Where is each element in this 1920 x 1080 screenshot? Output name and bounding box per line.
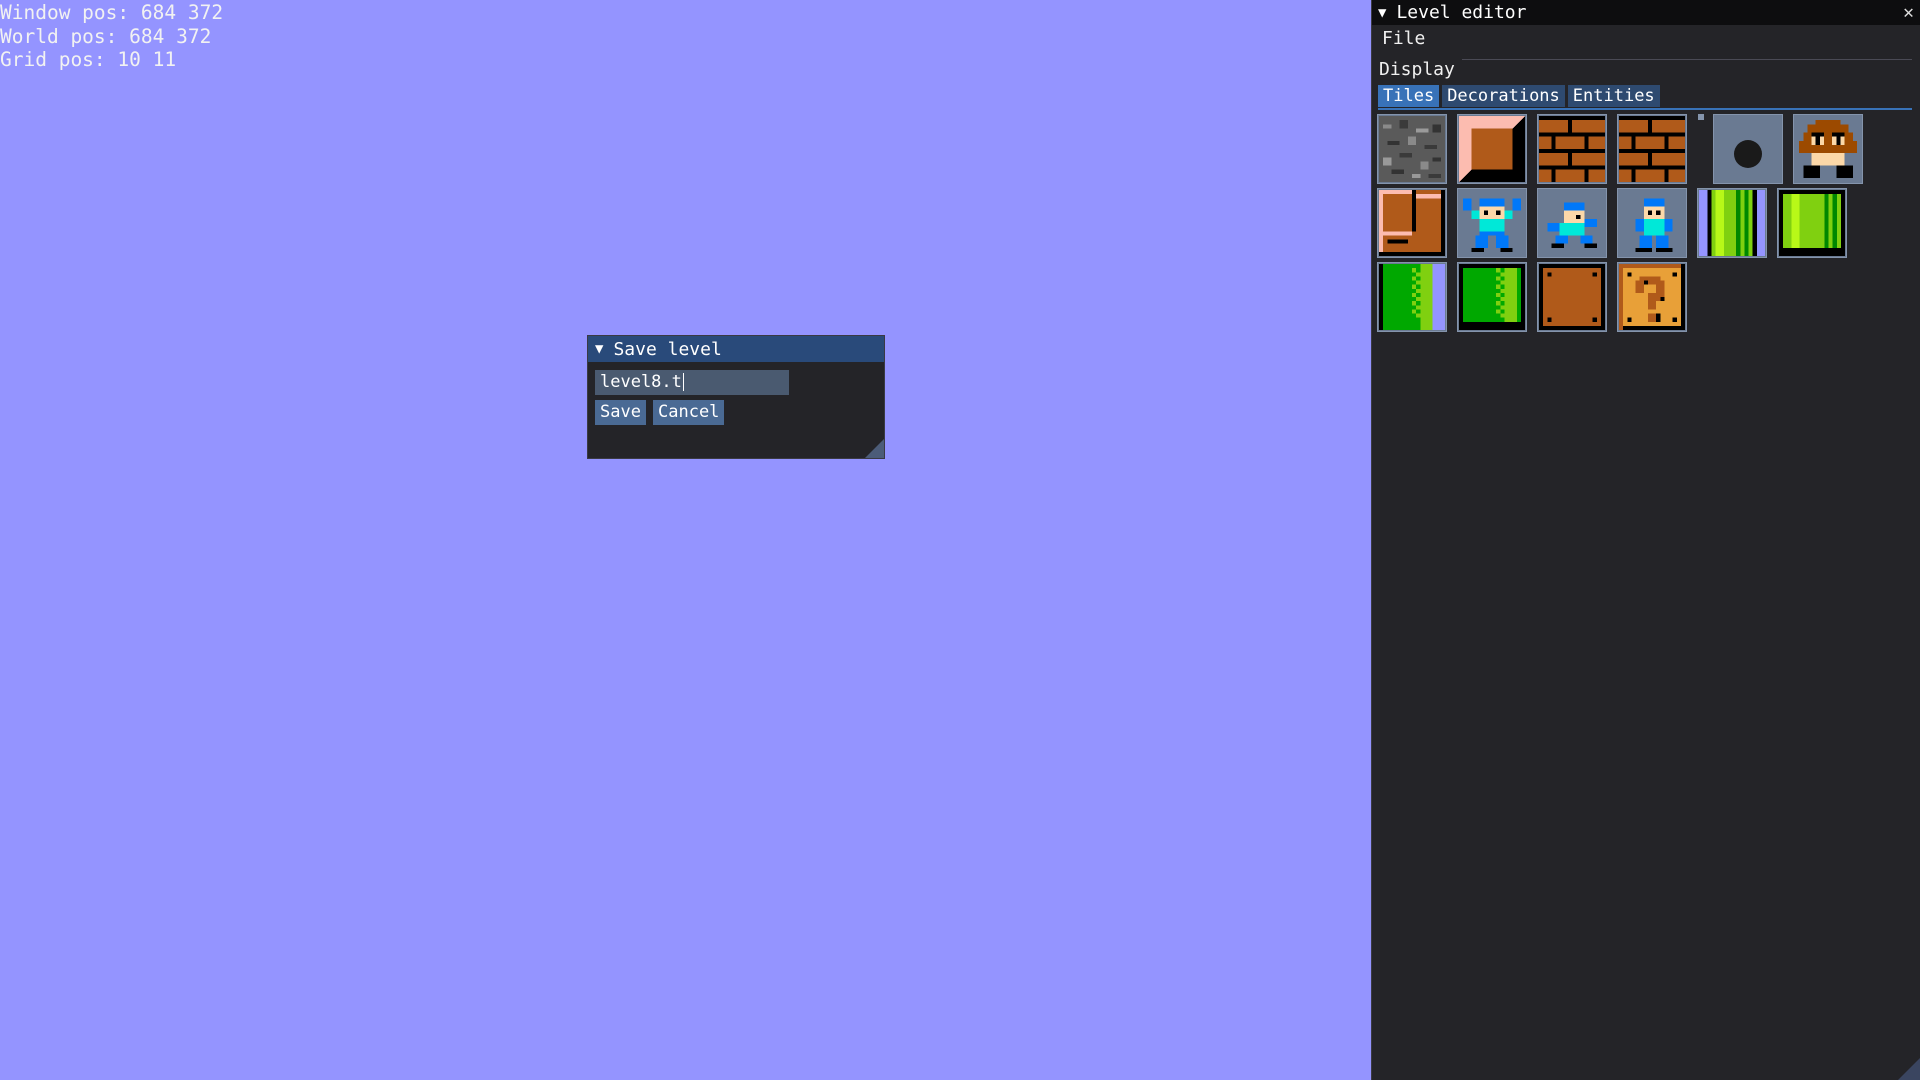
filename-input[interactable]: level8.t	[595, 370, 789, 395]
brick-tile-icon[interactable]	[1617, 114, 1687, 184]
stair-block-tile-icon[interactable]	[1377, 188, 1447, 258]
pipe-top-horizontal-icon[interactable]	[1457, 262, 1527, 332]
level-editor-title: Level editor	[1396, 2, 1527, 23]
pipe-top-vertical-icon[interactable]	[1777, 188, 1847, 258]
scroll-marker	[1698, 114, 1704, 120]
question-block-icon[interactable]	[1617, 262, 1687, 332]
brick-tile-icon[interactable]	[1537, 114, 1607, 184]
pipe-body-vertical-icon[interactable]	[1697, 188, 1767, 258]
rock-tile-icon[interactable]	[1377, 114, 1447, 184]
tab-entities[interactable]: Entities	[1567, 85, 1660, 107]
goomba-icon[interactable]	[1793, 114, 1863, 184]
empty-tile-icon[interactable]	[1713, 114, 1783, 184]
text-caret	[682, 373, 684, 391]
save-dialog-title: Save level	[613, 338, 722, 360]
tab-bar: Tiles Decorations Entities	[1378, 85, 1660, 107]
cancel-button[interactable]: Cancel	[653, 400, 725, 425]
tab-tiles[interactable]: Tiles	[1378, 85, 1440, 107]
world-pos-text: World pos: 684 372	[0, 24, 212, 48]
resize-grip[interactable]	[1898, 1058, 1920, 1080]
tab-decorations[interactable]: Decorations	[1442, 85, 1565, 107]
save-level-dialog: ▼ Save level level8.t Save Cancel	[587, 335, 885, 459]
megaman-jump-icon[interactable]	[1457, 188, 1527, 258]
megaman-stand-icon[interactable]	[1617, 188, 1687, 258]
section-separator	[1462, 59, 1912, 60]
tab-underline	[1378, 108, 1912, 110]
display-section-label: Display	[1379, 59, 1455, 80]
megaman-run-icon[interactable]	[1537, 188, 1607, 258]
filename-value: level8.t	[600, 372, 682, 392]
level-editor-titlebar[interactable]: ▼ Level editor ✕	[1372, 0, 1920, 25]
collapse-triangle-icon[interactable]: ▼	[1378, 5, 1386, 21]
collapse-triangle-icon[interactable]: ▼	[595, 341, 603, 357]
save-dialog-titlebar[interactable]: ▼ Save level	[588, 336, 884, 362]
used-block-icon[interactable]	[1537, 262, 1607, 332]
grid-pos-text: Grid pos: 10 11	[0, 48, 177, 71]
menu-file[interactable]: File	[1382, 28, 1425, 49]
hard-block-tile-icon[interactable]	[1457, 114, 1527, 184]
debug-hud: Window pos: 684 372 World pos: 684 372 G…	[0, 1, 223, 72]
pipe-body-horizontal-icon[interactable]	[1377, 262, 1447, 332]
save-button[interactable]: Save	[595, 400, 646, 425]
resize-grip[interactable]	[865, 439, 884, 458]
window-pos-text: Window pos: 684 372	[0, 1, 224, 24]
close-icon[interactable]: ✕	[1903, 0, 1914, 25]
